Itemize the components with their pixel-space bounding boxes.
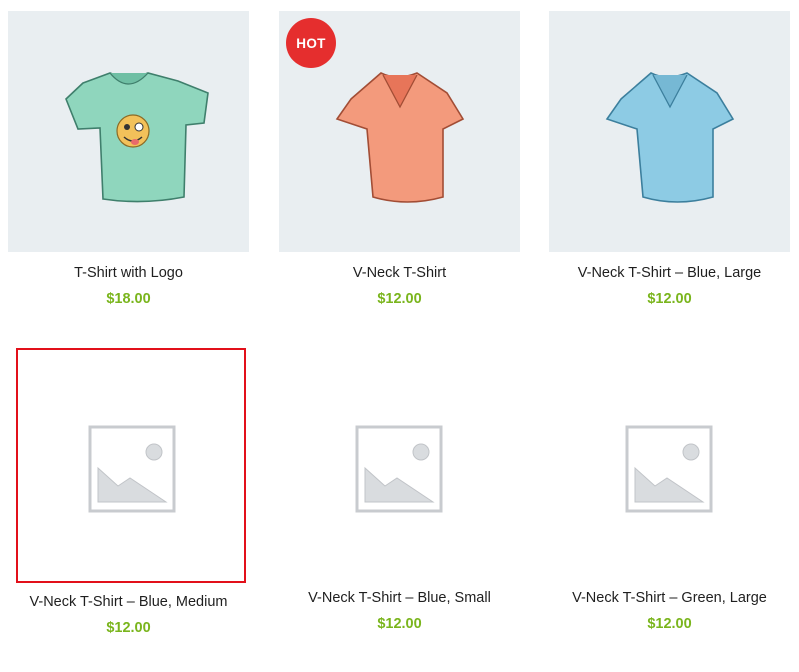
product-card[interactable]: T-Shirt with Logo $18.00: [8, 11, 249, 308]
product-image-selected[interactable]: [16, 348, 246, 583]
product-title[interactable]: T-Shirt with Logo: [8, 264, 249, 282]
image-placeholder-icon: [355, 425, 443, 513]
tshirt-green-logo-icon: [65, 72, 209, 203]
image-placeholder-icon: [625, 425, 713, 513]
hot-badge: HOT: [286, 18, 336, 68]
product-price: $12.00: [647, 291, 692, 307]
product-card[interactable]: HOT V-Neck T-Shirt $12.00: [279, 11, 520, 308]
product-price: $12.00: [377, 616, 422, 632]
product-title[interactable]: V-Neck T-Shirt – Blue, Large: [549, 264, 790, 282]
product-title[interactable]: V-Neck T-Shirt – Green, Large: [549, 589, 790, 607]
tshirt-blue-vneck-icon: [605, 72, 735, 203]
product-title[interactable]: V-Neck T-Shirt: [279, 264, 520, 282]
product-price: $12.00: [377, 291, 422, 307]
image-placeholder-icon: [88, 425, 176, 513]
product-card[interactable]: V-Neck T-Shirt – Blue, Medium $12.00: [8, 348, 249, 637]
product-image[interactable]: [279, 350, 520, 591]
product-title[interactable]: V-Neck T-Shirt – Blue, Medium: [8, 593, 249, 611]
product-price: $12.00: [106, 620, 151, 636]
product-card[interactable]: V-Neck T-Shirt – Blue, Small $12.00: [279, 350, 520, 633]
product-price: $18.00: [106, 291, 151, 307]
product-image[interactable]: HOT: [279, 11, 520, 252]
product-card[interactable]: V-Neck T-Shirt – Blue, Large $12.00: [549, 11, 790, 308]
product-title[interactable]: V-Neck T-Shirt – Blue, Small: [279, 589, 520, 607]
product-image[interactable]: [8, 11, 249, 252]
product-image[interactable]: [549, 350, 790, 591]
product-card[interactable]: V-Neck T-Shirt – Green, Large $12.00: [549, 350, 790, 633]
product-image[interactable]: [549, 11, 790, 252]
product-price: $12.00: [647, 616, 692, 632]
